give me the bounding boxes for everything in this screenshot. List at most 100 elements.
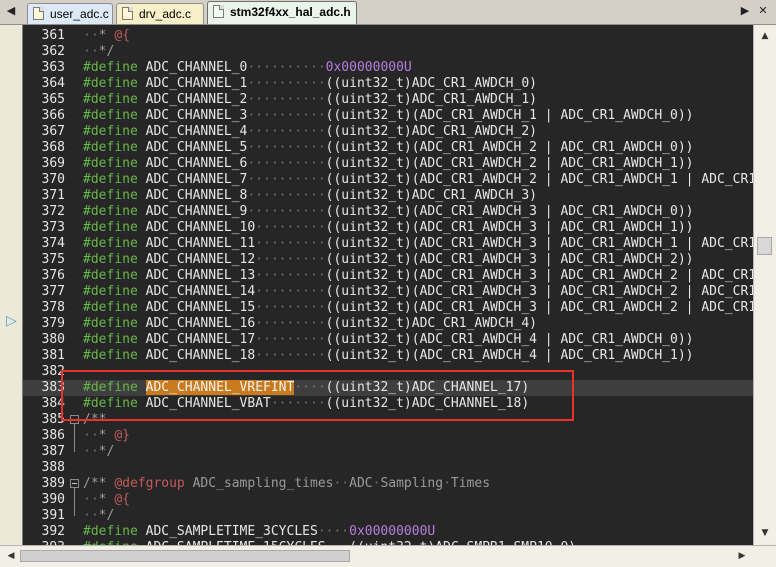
doxygen-tag-token: @{	[114, 28, 130, 43]
arrow-left-icon[interactable]: ◀	[4, 4, 18, 17]
code-line[interactable]: 372 #define ADC_CHANNEL_9··········((uint…	[23, 204, 754, 220]
code-line[interactable]: 371 #define ADC_CHANNEL_8··········((uint…	[23, 188, 754, 204]
comment-token: */	[98, 508, 115, 523]
whitespace-marker: ··	[83, 428, 99, 443]
code-line[interactable]: 391 ··*/	[23, 508, 754, 524]
tab-bar: ◀ user_adc.c drv_adc.c stm32f4xx_hal_adc…	[0, 0, 776, 25]
code-line[interactable]: 387 ··*/	[23, 444, 754, 460]
vertical-scroll-thumb[interactable]	[757, 237, 772, 255]
comment-token: *	[98, 428, 115, 443]
code-text: #define ADC_CHANNEL_13·········((uint32_…	[83, 268, 754, 284]
code-line[interactable]: 363 #define ADC_CHANNEL_0··········0x0000…	[23, 60, 754, 76]
tab-drv-adc[interactable]: drv_adc.c	[116, 3, 204, 24]
code-line[interactable]: 361 ··* @{	[23, 28, 754, 44]
bookmark-gutter[interactable]	[0, 25, 22, 545]
code-line[interactable]: 388	[23, 460, 754, 476]
whitespace-marker: ·········	[255, 316, 326, 331]
whitespace-marker: ·········	[255, 268, 326, 283]
code-text: /** @defgroup ADC_sampling_times··ADC ·Sa…	[83, 476, 490, 492]
line-number: 361	[41, 28, 65, 43]
arrow-right-icon[interactable]: ▶	[738, 4, 752, 17]
scroll-left-icon[interactable]: ◀	[3, 548, 19, 564]
code-token: ((uint32_t)(ADC_CR1_AWDCH_3 | ADC_CR1_AW…	[325, 252, 694, 267]
code-line[interactable]: 373 #define ADC_CHANNEL_10·········((uint…	[23, 220, 754, 236]
code-line[interactable]: 379 #define ADC_CHANNEL_16·········((uint…	[23, 316, 754, 332]
comment-token: *	[98, 492, 115, 507]
fold-guide-line	[74, 488, 75, 516]
whitespace-marker: ··········	[247, 156, 326, 171]
whitespace-marker: ·········	[255, 220, 326, 235]
comment-token: ADC_sampling_times	[184, 476, 334, 491]
horizontal-scroll-thumb[interactable]	[20, 550, 350, 562]
code-line[interactable]: 368 #define ADC_CHANNEL_5··········((uint…	[23, 140, 754, 156]
whitespace-marker: ··········	[247, 172, 326, 187]
code-editor[interactable]: 361 ··* @{362 ··*/363 #define ADC_CHANNEL_0…	[22, 25, 754, 545]
comment-token: *	[98, 28, 115, 43]
code-text: ··*/	[83, 444, 114, 460]
annotation-highlight-box	[61, 370, 574, 421]
code-token: ((uint32_t)(ADC_CR1_AWDCH_2 | ADC_CR1_AW…	[325, 172, 754, 187]
line-number: 383	[41, 380, 65, 395]
whitespace-marker: ·········	[255, 332, 326, 347]
code-line[interactable]: 378 #define ADC_CHANNEL_15·········((uint…	[23, 300, 754, 316]
code-line[interactable]: 380 #define ADC_CHANNEL_17·········((uint…	[23, 332, 754, 348]
code-token: ADC_SAMPLETIME_3CYCLES	[137, 524, 318, 539]
code-token: ADC_CHANNEL_18	[137, 348, 256, 363]
keyword-token: #define	[83, 60, 138, 75]
scroll-right-icon[interactable]: ▶	[734, 548, 750, 564]
fold-toggle-icon[interactable]	[70, 479, 79, 488]
code-token: ADC_CHANNEL_0	[137, 60, 248, 75]
code-line[interactable]: 376 #define ADC_CHANNEL_13·········((uint…	[23, 268, 754, 284]
line-number: 372	[41, 204, 65, 219]
code-token: ((uint32_t)(ADC_CR1_AWDCH_4 | ADC_CR1_AW…	[325, 348, 694, 363]
code-token: ADC_CHANNEL_13	[137, 268, 256, 283]
tab-stm32f4xx-hal-adc-h[interactable]: stm32f4xx_hal_adc.h	[207, 1, 357, 24]
code-token: ADC_CHANNEL_8	[137, 188, 248, 203]
close-icon[interactable]: ✕	[756, 4, 770, 17]
whitespace-marker: ··········	[247, 76, 326, 91]
code-token: ADC_CHANNEL_15	[137, 300, 256, 315]
code-line[interactable]: 369 #define ADC_CHANNEL_6··········((uint…	[23, 156, 754, 172]
code-line[interactable]: 365 #define ADC_CHANNEL_2··········((uint…	[23, 92, 754, 108]
vertical-scrollbar[interactable]: ▲ ▼	[753, 25, 776, 545]
code-line[interactable]: 381 #define ADC_CHANNEL_18·········((uint…	[23, 348, 754, 364]
line-number: 385	[41, 412, 65, 427]
code-line[interactable]: 375 #define ADC_CHANNEL_12·········((uint…	[23, 252, 754, 268]
code-line[interactable]: 362 ··*/	[23, 44, 754, 60]
code-line[interactable]: 377 #define ADC_CHANNEL_14·········((uint…	[23, 284, 754, 300]
code-text: #define ADC_SAMPLETIME_3CYCLES····0x0000…	[83, 524, 435, 540]
scroll-down-icon[interactable]: ▼	[757, 525, 773, 541]
doxygen-tag-token: @{	[114, 492, 130, 507]
code-line[interactable]: 392 #define ADC_SAMPLETIME_3CYCLES····0x0…	[23, 524, 754, 540]
code-line[interactable]: 366 #define ADC_CHANNEL_3··········((uint…	[23, 108, 754, 124]
code-token: ((uint32_t)(ADC_CR1_AWDCH_3 | ADC_CR1_AW…	[325, 284, 754, 299]
code-line[interactable]: 390 ··* @{	[23, 492, 754, 508]
line-number: 364	[41, 76, 65, 91]
code-line[interactable]: 386 ··* @}	[23, 428, 754, 444]
code-text: #define ADC_CHANNEL_10·········((uint32_…	[83, 220, 694, 236]
whitespace-marker: ··	[83, 444, 99, 459]
whitespace-marker: ··	[83, 508, 99, 523]
line-number: 365	[41, 92, 65, 107]
code-line[interactable]: 374 #define ADC_CHANNEL_11·········((uint…	[23, 236, 754, 252]
horizontal-scrollbar[interactable]: ◀ ▶	[0, 545, 776, 567]
keyword-token: #define	[83, 156, 138, 171]
code-text: #define ADC_CHANNEL_16·········((uint32_…	[83, 316, 537, 332]
code-text: #define ADC_CHANNEL_7··········((uint32_…	[83, 172, 754, 188]
scroll-up-icon[interactable]: ▲	[757, 28, 773, 44]
line-number: 373	[41, 220, 65, 235]
line-number: 382	[41, 364, 65, 379]
code-line[interactable]: 389 /** @defgroup ADC_sampling_times··ADC…	[23, 476, 754, 492]
line-number: 386	[41, 428, 65, 443]
tab-user-adc[interactable]: user_adc.c	[27, 3, 113, 24]
code-text: #define ADC_CHANNEL_12·········((uint32_…	[83, 252, 694, 268]
line-number: 362	[41, 44, 65, 59]
line-number: 370	[41, 172, 65, 187]
keyword-token: #define	[83, 348, 138, 363]
code-line[interactable]: 364 #define ADC_CHANNEL_1··········((uint…	[23, 76, 754, 92]
comment-token: Times	[450, 476, 491, 491]
keyword-token: #define	[83, 76, 138, 91]
code-line[interactable]: 367 #define ADC_CHANNEL_4··········((uint…	[23, 124, 754, 140]
line-number: 389	[41, 476, 65, 491]
code-line[interactable]: 370 #define ADC_CHANNEL_7··········((uint…	[23, 172, 754, 188]
